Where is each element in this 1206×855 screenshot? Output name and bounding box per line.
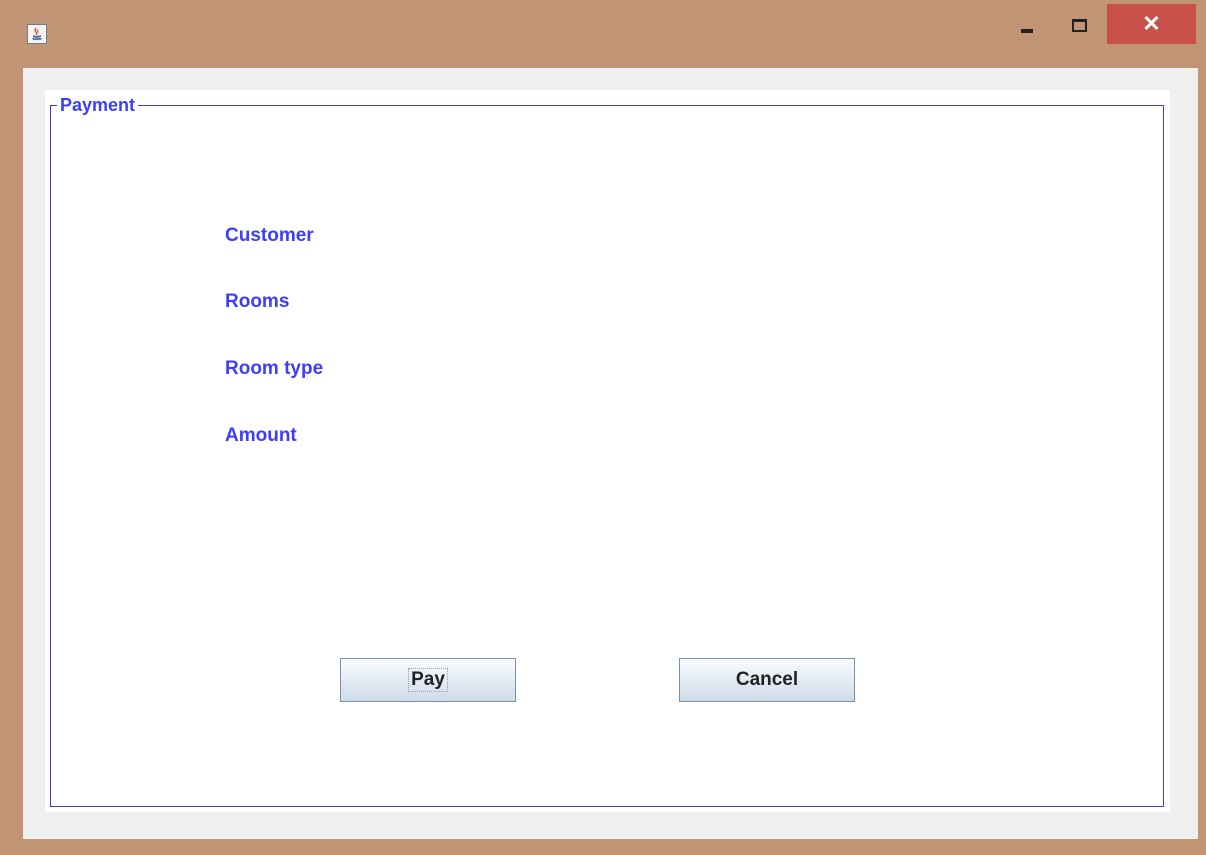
title-bar[interactable]: ✕ bbox=[0, 0, 1206, 68]
pay-button[interactable]: Pay bbox=[340, 658, 516, 702]
window: ✕ Payment Customer Rooms Room type Amoun… bbox=[0, 0, 1206, 855]
minimize-button[interactable] bbox=[1012, 6, 1042, 44]
maximize-button[interactable] bbox=[1064, 6, 1094, 44]
payment-panel: Payment Customer Rooms Room type Amount … bbox=[45, 90, 1170, 812]
minimize-icon bbox=[1021, 29, 1033, 33]
amount-label: Amount bbox=[225, 425, 297, 446]
rooms-label: Rooms bbox=[225, 291, 290, 312]
maximize-icon bbox=[1071, 18, 1087, 32]
pay-button-label: Pay bbox=[408, 668, 448, 692]
cancel-button[interactable]: Cancel bbox=[679, 658, 855, 702]
java-cup-icon[interactable] bbox=[27, 24, 47, 44]
room-type-label: Room type bbox=[225, 358, 324, 379]
payment-group-border bbox=[50, 105, 1164, 807]
window-content: Payment Customer Rooms Room type Amount … bbox=[23, 68, 1198, 839]
customer-label: Customer bbox=[225, 225, 314, 246]
cancel-button-label: Cancel bbox=[735, 669, 799, 690]
close-button[interactable]: ✕ bbox=[1107, 4, 1196, 44]
close-icon: ✕ bbox=[1142, 11, 1161, 36]
payment-legend: Payment bbox=[57, 94, 139, 116]
